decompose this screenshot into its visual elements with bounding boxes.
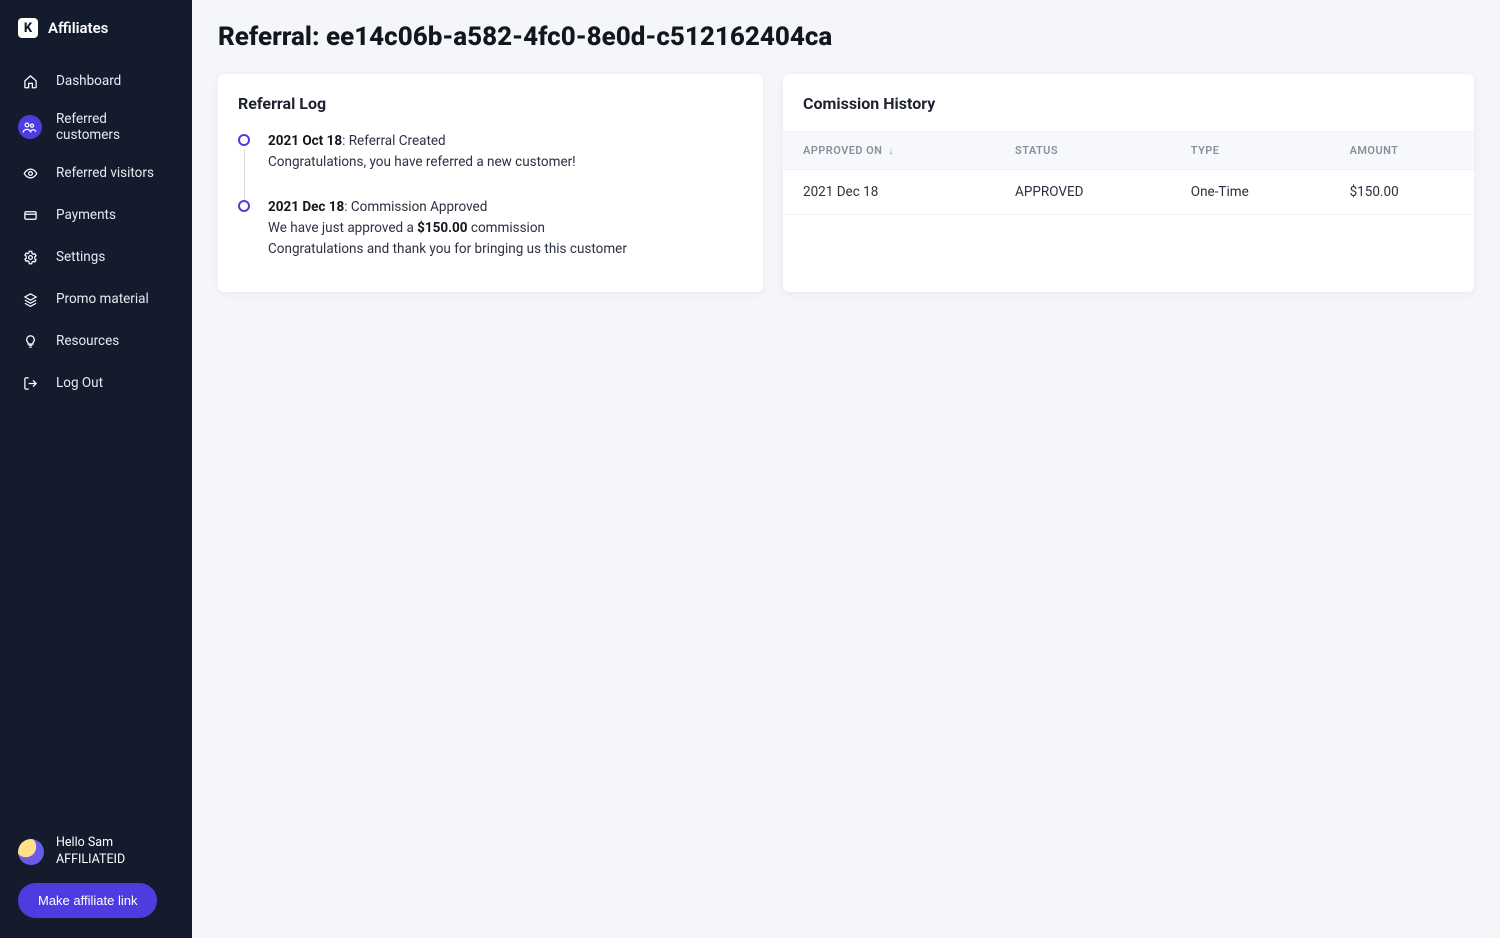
cell-amount: $150.00 <box>1330 170 1474 215</box>
timeline-headline-suffix: : Referral Created <box>342 133 446 149</box>
layers-icon <box>18 287 42 311</box>
user-block: Hello Sam AFFILIATEID <box>18 835 174 869</box>
logout-icon <box>18 371 42 395</box>
cell-type: One-Time <box>1171 170 1330 215</box>
home-icon <box>18 69 42 93</box>
column-header-status[interactable]: STATUS <box>995 132 1171 170</box>
brand-logo: K <box>18 18 38 38</box>
column-header-type[interactable]: TYPE <box>1171 132 1330 170</box>
timeline-date: 2021 Oct 18 <box>268 133 342 149</box>
timeline-line-prefix: We have just approved a <box>268 220 417 236</box>
timeline-line-suffix: commission <box>468 220 545 236</box>
cell-status: APPROVED <box>995 170 1171 215</box>
brand: K Affiliates <box>0 0 192 52</box>
cell-approved-on: 2021 Dec 18 <box>783 170 995 215</box>
sidebar-item-referred-visitors[interactable]: Referred visitors <box>0 152 192 194</box>
referral-log-card: Referral Log 2021 Oct 18: Referral Creat… <box>218 74 763 292</box>
sidebar-item-label: Referred customers <box>56 111 174 143</box>
sidebar-item-label: Settings <box>56 249 105 265</box>
sidebar-footer: Hello Sam AFFILIATEID Make affiliate lin… <box>0 821 192 938</box>
brand-name: Affiliates <box>48 19 108 37</box>
column-header-amount[interactable]: AMOUNT <box>1330 132 1474 170</box>
commission-history-title: Comission History <box>783 94 1474 113</box>
avatar <box>18 839 44 865</box>
page-title: Referral: ee14c06b-a582-4fc0-8e0d-c51216… <box>218 22 1474 52</box>
commission-history-card: Comission History APPROVED ON ↓ STATUS TY… <box>783 74 1474 292</box>
timeline-date: 2021 Dec 18 <box>268 199 344 215</box>
sidebar-item-label: Promo material <box>56 291 149 307</box>
timeline-dot-icon <box>238 134 250 146</box>
sidebar-item-dashboard[interactable]: Dashboard <box>0 60 192 102</box>
users-icon <box>18 115 42 139</box>
column-header-approved-on[interactable]: APPROVED ON ↓ <box>783 132 995 170</box>
timeline-line: Congratulations, you have referred a new… <box>268 152 576 173</box>
sidebar-item-label: Dashboard <box>56 73 121 89</box>
column-header-label: APPROVED ON <box>803 144 882 157</box>
timeline-headline-suffix: : Commission Approved <box>344 199 487 215</box>
make-affiliate-link-button[interactable]: Make affiliate link <box>18 883 157 918</box>
timeline-dot-icon <box>238 200 250 212</box>
timeline-body: 2021 Dec 18: Commission Approved We have… <box>268 197 627 260</box>
sidebar-item-label: Log Out <box>56 375 103 391</box>
timeline-amount: $150.00 <box>417 220 467 236</box>
sidebar-item-label: Resources <box>56 333 119 349</box>
sidebar-item-label: Referred visitors <box>56 165 154 181</box>
sidebar-item-promo-material[interactable]: Promo material <box>0 278 192 320</box>
sidebar-item-payments[interactable]: Payments <box>0 194 192 236</box>
sort-descending-icon: ↓ <box>888 146 893 157</box>
main-content: Referral: ee14c06b-a582-4fc0-8e0d-c51216… <box>192 0 1500 938</box>
sidebar-item-settings[interactable]: Settings <box>0 236 192 278</box>
gear-icon <box>18 245 42 269</box>
bulb-icon <box>18 329 42 353</box>
eye-icon <box>18 161 42 185</box>
sidebar-nav: Dashboard Referred customers Referred vi… <box>0 52 192 821</box>
sidebar-item-resources[interactable]: Resources <box>0 320 192 362</box>
timeline-item: 2021 Oct 18: Referral Created Congratula… <box>238 131 743 197</box>
sidebar-item-logout[interactable]: Log Out <box>0 362 192 404</box>
timeline-item: 2021 Dec 18: Commission Approved We have… <box>238 197 743 260</box>
sidebar-item-referred-customers[interactable]: Referred customers <box>0 102 192 152</box>
timeline-line: Congratulations and thank you for bringi… <box>268 239 627 260</box>
timeline-connector <box>244 149 245 201</box>
user-greeting: Hello Sam <box>56 835 125 852</box>
table-row: 2021 Dec 18 APPROVED One-Time $150.00 <box>783 170 1474 215</box>
card-icon <box>18 203 42 227</box>
sidebar-item-label: Payments <box>56 207 116 223</box>
user-affiliate-id: AFFILIATEID <box>56 852 125 869</box>
timeline-body: 2021 Oct 18: Referral Created Congratula… <box>268 131 576 173</box>
referral-log-timeline: 2021 Oct 18: Referral Created Congratula… <box>238 131 743 260</box>
panels: Referral Log 2021 Oct 18: Referral Creat… <box>218 74 1474 292</box>
sidebar: K Affiliates Dashboard Referred customer… <box>0 0 192 938</box>
commission-history-table: APPROVED ON ↓ STATUS TYPE AMOUNT 2021 Dec… <box>783 131 1474 215</box>
referral-log-title: Referral Log <box>238 94 743 113</box>
